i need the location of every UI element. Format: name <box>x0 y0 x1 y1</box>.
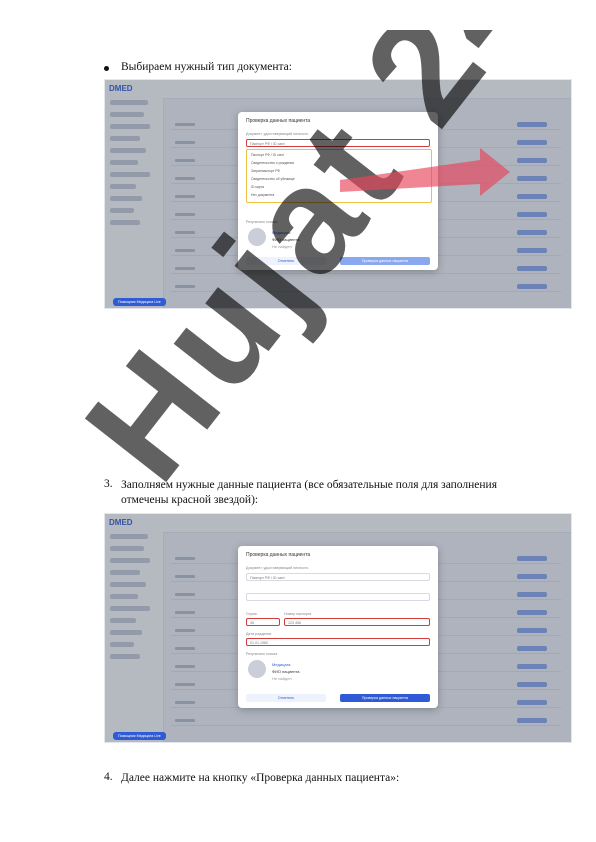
chat-button[interactable]: Помощник Медицата Live <box>113 298 166 306</box>
patient-id: ФИО пациента <box>272 669 300 674</box>
avatar <box>248 228 266 246</box>
passport-number-input[interactable]: 123 456 <box>284 618 430 626</box>
bullet-text: Выбираем нужный тип документа: <box>121 61 292 73</box>
check-patient-button[interactable]: Проверка данных пациента <box>340 257 430 265</box>
avatar <box>248 660 266 678</box>
doc-field-label: Документ, удостоверяющий личность <box>246 132 309 136</box>
dropdown-option[interactable]: Свидетельство о рождении <box>251 161 294 165</box>
series-label: Серия <box>246 612 257 616</box>
patient-check-modal: Проверка данных пациента Документ, удост… <box>238 546 438 708</box>
screenshot-document-type: DMED Проверка данных пациента Документ, … <box>104 79 572 309</box>
extra-field[interactable] <box>246 593 430 601</box>
birth-date-input[interactable]: 01.01.1980 <box>246 638 430 646</box>
bullet-dot <box>104 66 109 71</box>
patient-name: Медицата <box>272 662 291 667</box>
step3-text: Заполняем нужные данные пациента (все об… <box>121 479 498 506</box>
result-label: Результаты поиска <box>246 652 278 656</box>
patient-name: Медицата <box>272 230 291 235</box>
number-label: Номер паспорта <box>284 612 312 616</box>
check-patient-button[interactable]: Проверка данных пациента <box>340 694 430 702</box>
doc-type-select[interactable]: Паспорт РФ / ID card <box>246 573 430 581</box>
step3-number: 3. <box>104 478 113 490</box>
doc-field-label: Документ, удостоверяющий личность <box>246 566 309 570</box>
dropdown-option[interactable]: Загранпаспорт РФ <box>251 169 280 173</box>
step4-text: Далее нажмите на кнопку «Проверка данных… <box>121 772 400 784</box>
patient-status: Не найден <box>272 676 292 681</box>
step4-number: 4. <box>104 771 113 783</box>
cancel-button[interactable]: Отменить <box>246 694 326 702</box>
patient-check-modal: Проверка данных пациента Документ, удост… <box>238 112 438 270</box>
doc-type-select[interactable]: Паспорт РФ / ID card <box>246 139 430 147</box>
doc-type-dropdown: Паспорт РФ / ID card Свидетельство о рож… <box>246 149 432 203</box>
patient-id: ФИО пациента <box>272 237 300 242</box>
birth-date-label: Дата рождения <box>246 632 272 636</box>
dropdown-option[interactable]: Свидетельство об убежище <box>251 177 295 181</box>
screenshot-fill-patient-data: DMED Проверка данных пациента Документ, … <box>104 513 572 743</box>
cancel-button[interactable]: Отменить <box>246 257 326 265</box>
modal-title: Проверка данных пациента <box>246 118 311 124</box>
modal-title: Проверка данных пациента <box>246 552 311 558</box>
dropdown-option[interactable]: Паспорт РФ / ID card <box>251 153 284 157</box>
patient-status: Не найден <box>272 244 292 249</box>
chat-button[interactable]: Помощник Медицата Live <box>113 732 166 740</box>
result-label: Результаты поиска <box>246 220 278 224</box>
dropdown-option[interactable]: Нет документа <box>251 193 274 197</box>
series-input[interactable]: 45 <box>246 618 280 626</box>
dropdown-option[interactable]: ID карта <box>251 185 264 189</box>
